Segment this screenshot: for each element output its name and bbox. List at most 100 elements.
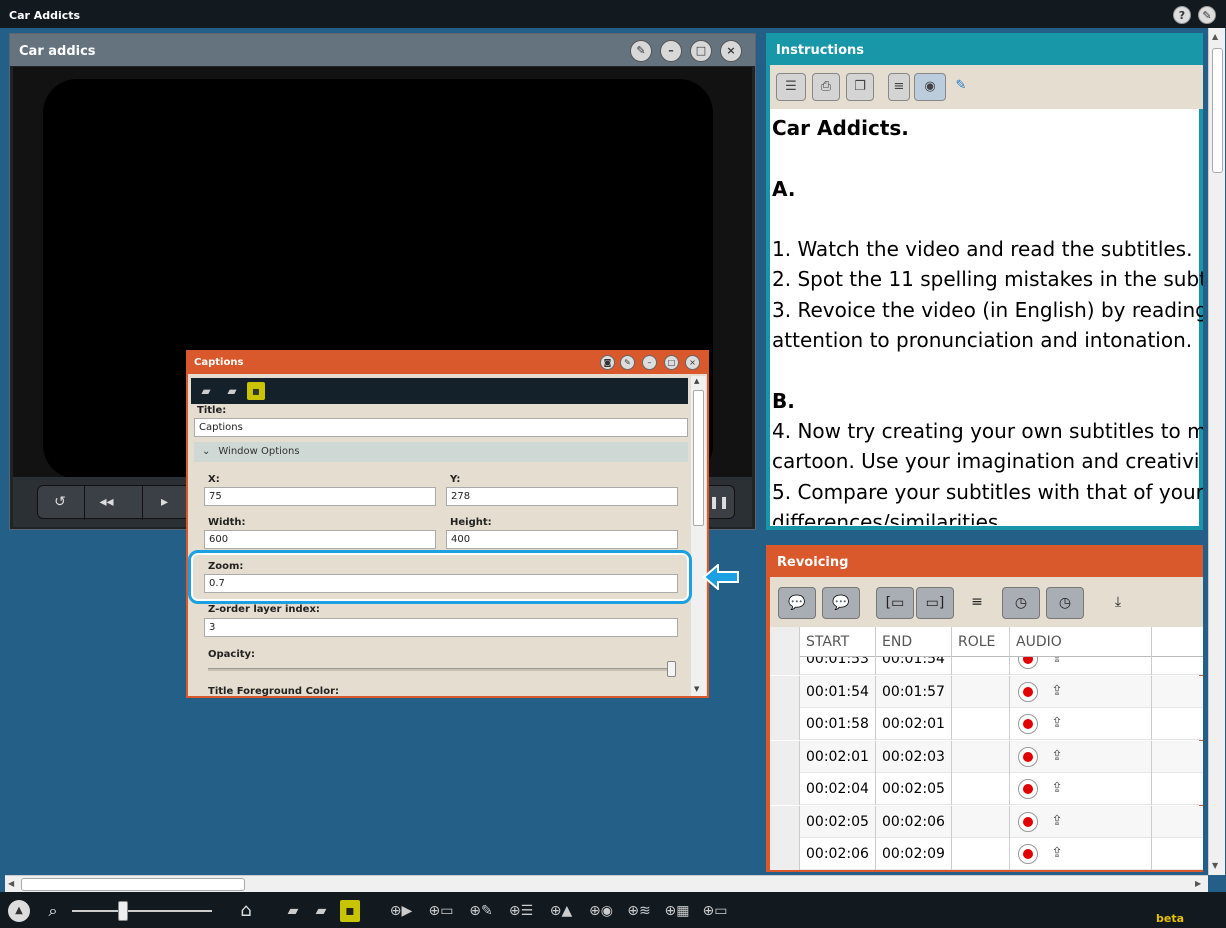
row-selector[interactable]: [770, 805, 800, 838]
cell-role[interactable]: [952, 708, 1010, 740]
record-icon[interactable]: [1018, 746, 1038, 767]
cell-start[interactable]: 00:02:06: [800, 838, 876, 870]
folder-icon[interactable]: ▰: [221, 382, 243, 400]
x-input[interactable]: 75: [204, 487, 436, 506]
zoom-slider-thumb[interactable]: [117, 901, 128, 921]
height-input[interactable]: 400: [446, 530, 678, 549]
wrench-icon[interactable]: ✎: [620, 355, 635, 370]
maximize-icon[interactable]: □: [690, 40, 712, 62]
row-selector[interactable]: [770, 773, 800, 805]
opacity-slider-track[interactable]: [208, 668, 676, 671]
row-selector[interactable]: [770, 675, 800, 708]
text-import-icon[interactable]: ☰: [776, 73, 806, 101]
bracket-end-icon[interactable]: ▭]: [916, 587, 954, 619]
time-start-icon[interactable]: ◷: [1002, 587, 1040, 619]
eye-icon[interactable]: ◉: [914, 73, 946, 101]
table-row[interactable]: 00:01:54 00:01:57 ⇪: [770, 675, 1203, 708]
cell-role[interactable]: [952, 675, 1010, 708]
table-row[interactable]: 00:02:05 00:02:06 ⇪: [770, 805, 1203, 838]
replay-icon[interactable]: ↺: [38, 486, 82, 520]
cell-start[interactable]: 00:01:53: [800, 657, 876, 675]
add-feed-icon[interactable]: ⊕≋: [622, 900, 656, 922]
home-icon[interactable]: ⌂: [234, 900, 258, 922]
opacity-slider-thumb[interactable]: [667, 661, 676, 677]
scroll-down-icon[interactable]: ▼: [694, 685, 699, 693]
column-role[interactable]: ROLE: [952, 627, 1010, 657]
scroll-thumb-vertical[interactable]: [1212, 48, 1223, 173]
document-icon[interactable]: ≡: [966, 587, 988, 619]
eraser-icon[interactable]: ✎: [950, 73, 972, 101]
document-icon[interactable]: ≡: [888, 73, 910, 101]
cell-role[interactable]: [952, 657, 1010, 675]
y-input[interactable]: 278: [446, 487, 678, 506]
record-icon[interactable]: [1018, 714, 1038, 734]
add-recording-icon[interactable]: ⊕✎: [464, 900, 498, 922]
add-image-icon[interactable]: ⊕▲: [544, 900, 578, 922]
add-caption-icon[interactable]: ⊕▭: [424, 900, 458, 922]
add-grid-icon[interactable]: ⊕▦: [660, 900, 694, 922]
record-icon[interactable]: [1018, 779, 1038, 799]
scroll-thumb-horizontal[interactable]: [21, 878, 245, 891]
cell-role[interactable]: [952, 838, 1010, 870]
rewind-icon[interactable]: ◂◂: [84, 486, 128, 520]
cell-end[interactable]: 00:02:01: [876, 708, 952, 740]
cell-start[interactable]: 00:01:54: [800, 675, 876, 708]
record-icon[interactable]: [1018, 681, 1038, 702]
page-scrollbar-vertical[interactable]: ▲ ▼: [1208, 28, 1225, 875]
page-scrollbar-horizontal[interactable]: ◀ ▶: [5, 875, 1208, 892]
cell-role[interactable]: [952, 740, 1010, 773]
table-row[interactable]: 00:02:04 00:02:05 ⇪: [770, 773, 1203, 805]
cell-end[interactable]: 00:02:06: [876, 805, 952, 838]
cell-end[interactable]: 00:02:09: [876, 838, 952, 870]
row-selector[interactable]: [770, 657, 800, 675]
bracket-start-icon[interactable]: [▭: [876, 587, 914, 619]
print-icon[interactable]: ⎙: [812, 73, 840, 101]
width-input[interactable]: 600: [204, 530, 436, 549]
scroll-down-icon[interactable]: ▼: [1212, 861, 1218, 870]
remove-subtitle-icon[interactable]: 💬: [822, 587, 860, 619]
close-icon[interactable]: ×: [720, 40, 742, 62]
upload-audio-icon[interactable]: ⇪: [1044, 746, 1070, 768]
save-icon[interactable]: ▪: [340, 900, 360, 922]
cell-end[interactable]: 00:02:05: [876, 773, 952, 805]
zoom-slider-track[interactable]: [72, 910, 212, 912]
add-subtitle-icon[interactable]: 💬: [778, 587, 816, 619]
table-row[interactable]: 00:02:06 00:02:09 ⇪: [770, 838, 1203, 870]
minimize-icon[interactable]: –: [660, 40, 682, 62]
row-selector[interactable]: [770, 838, 800, 870]
cell-end[interactable]: 00:01:57: [876, 675, 952, 708]
upload-audio-icon[interactable]: ⇪: [1044, 811, 1070, 833]
cell-start[interactable]: 00:01:58: [800, 708, 876, 740]
column-end[interactable]: END: [876, 627, 952, 657]
add-window-icon[interactable]: ⊕▭: [698, 900, 732, 922]
upload-audio-icon[interactable]: ⇪: [1044, 843, 1070, 865]
row-selector[interactable]: [770, 708, 800, 740]
copy-icon[interactable]: ❐: [846, 73, 874, 101]
close-icon[interactable]: ×: [685, 355, 700, 370]
download-audio-icon[interactable]: ⤓: [1098, 587, 1138, 619]
camera-icon[interactable]: ◙: [600, 355, 615, 370]
upload-audio-icon[interactable]: ⇪: [1044, 657, 1070, 670]
cell-start[interactable]: 00:02:05: [800, 805, 876, 838]
cell-start[interactable]: 00:02:04: [800, 773, 876, 805]
scroll-up-icon[interactable]: ▲: [1212, 32, 1218, 41]
cell-start[interactable]: 00:02:01: [800, 740, 876, 773]
cell-end[interactable]: 00:02:03: [876, 740, 952, 773]
table-row[interactable]: 00:01:53 00:01:54 ⇪: [770, 657, 1203, 675]
add-video-icon[interactable]: ⊕▶: [384, 900, 418, 922]
scroll-left-icon[interactable]: ◀: [8, 879, 14, 888]
row-selector[interactable]: [770, 740, 800, 773]
folder-icon[interactable]: ▰: [310, 900, 332, 922]
captions-scrollbar[interactable]: ▲ ▼: [691, 376, 706, 696]
z-order-input[interactable]: 3: [204, 618, 678, 637]
time-end-icon[interactable]: ◷: [1046, 587, 1084, 619]
settings-icon[interactable]: ✎: [1198, 6, 1216, 24]
play-icon[interactable]: ▸: [142, 486, 186, 520]
upload-audio-icon[interactable]: ⇪: [1044, 778, 1070, 800]
help-icon[interactable]: ?: [1173, 6, 1191, 24]
upload-audio-icon[interactable]: ⇪: [1044, 681, 1070, 703]
record-icon[interactable]: [1018, 844, 1038, 864]
record-icon[interactable]: [1018, 657, 1038, 669]
wrench-icon[interactable]: ✎: [630, 40, 652, 62]
scroll-right-icon[interactable]: ▶: [1195, 879, 1201, 888]
